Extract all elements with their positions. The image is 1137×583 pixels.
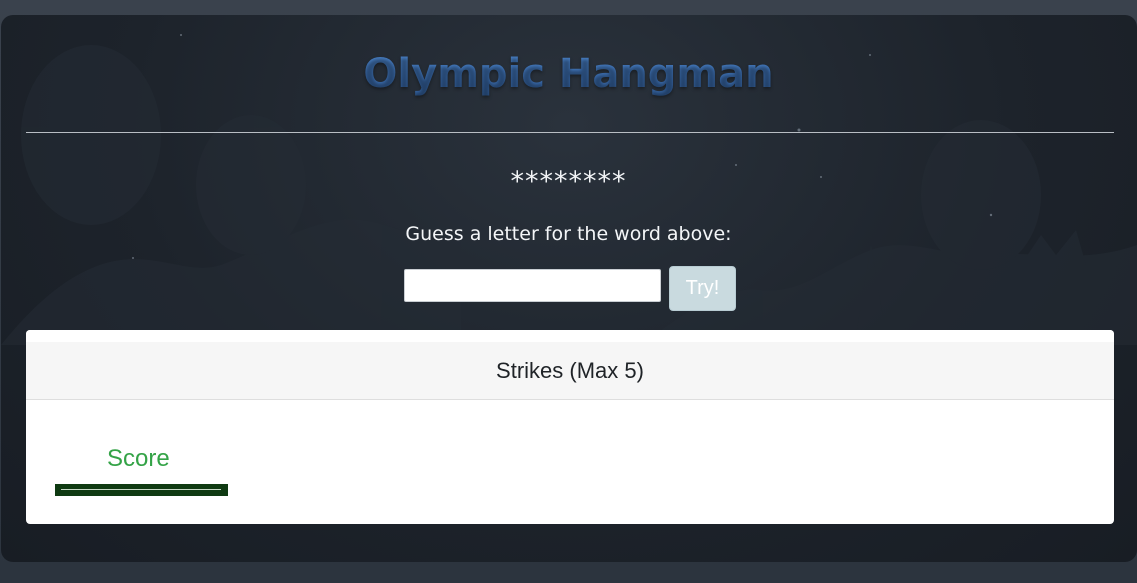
guess-prompt: Guess a letter for the word above:: [405, 223, 732, 245]
page-title: Olympic Hangman: [0, 48, 1137, 100]
try-button[interactable]: Try!: [669, 266, 736, 311]
letter-guess-input[interactable]: [404, 269, 661, 302]
strikes-title: Strikes (Max 5): [496, 358, 644, 383]
score-label: Score: [107, 445, 170, 472]
score-bar-line: [61, 489, 221, 490]
title-divider: [26, 132, 1114, 133]
masked-word: ********: [510, 166, 627, 197]
score-bar: [55, 484, 228, 496]
page: Olympic Hangman ******** Guess a letter …: [0, 0, 1137, 583]
strikes-card: Strikes (Max 5) Score: [26, 330, 1114, 524]
card-top-strip: [26, 330, 1114, 342]
